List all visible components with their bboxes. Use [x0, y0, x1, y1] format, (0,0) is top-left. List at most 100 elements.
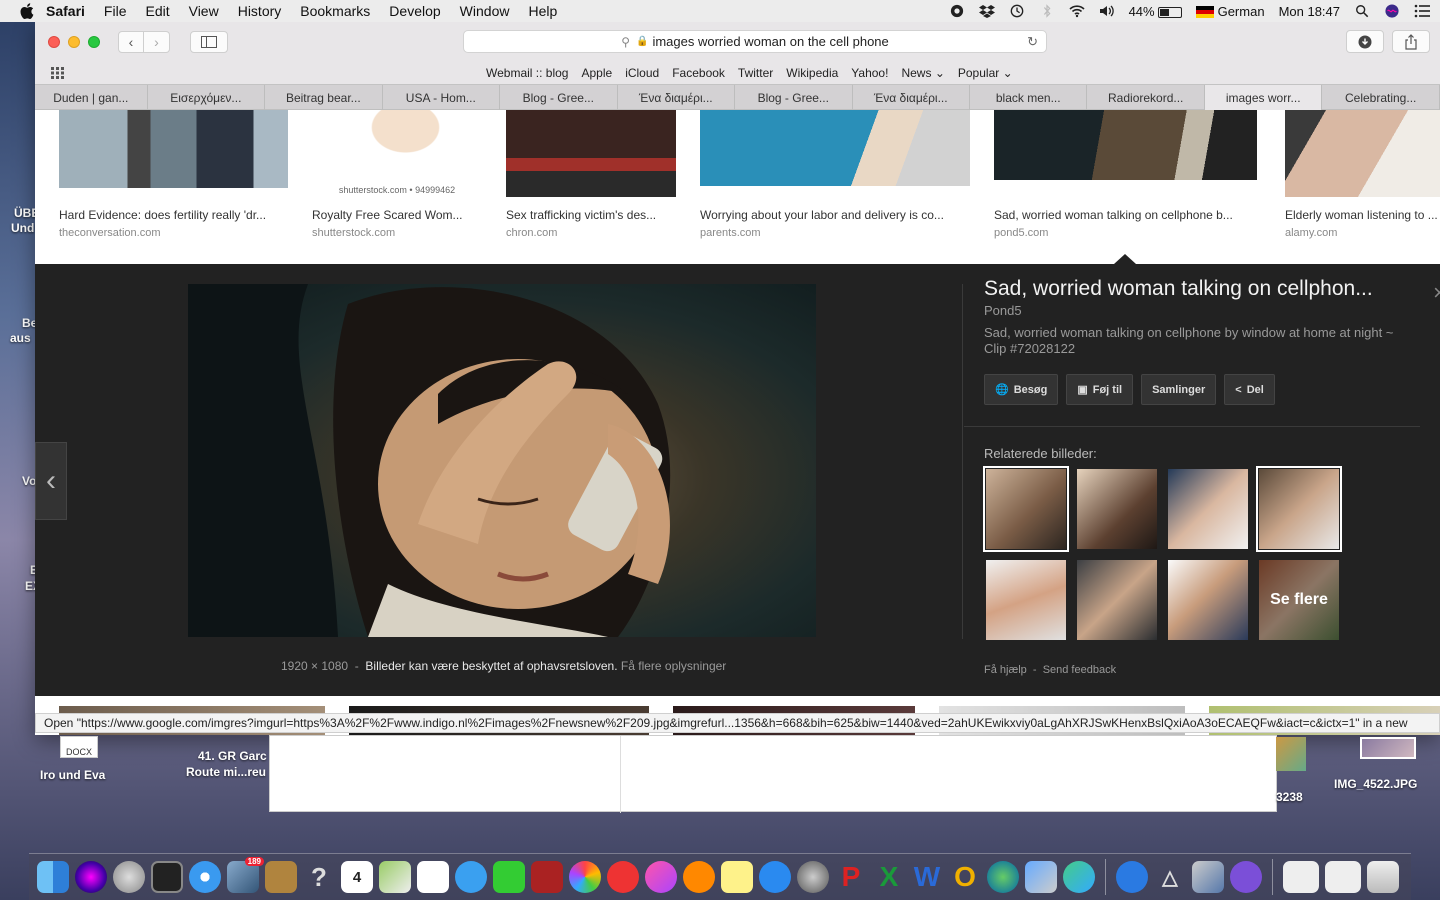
result-card[interactable]: Sex trafficking victim's des... chron.co…: [506, 110, 676, 239]
mission-control-icon[interactable]: [151, 861, 183, 893]
network-globe-icon[interactable]: [987, 861, 1019, 893]
itunes-icon[interactable]: [645, 861, 677, 893]
image-source[interactable]: Pond5: [984, 303, 1022, 318]
siri-icon[interactable]: [1384, 4, 1400, 18]
result-source[interactable]: alamy.com: [1285, 227, 1440, 239]
system-preferences-icon[interactable]: [797, 861, 829, 893]
result-source[interactable]: theconversation.com: [59, 227, 288, 239]
minimize-window-button[interactable]: [68, 36, 80, 48]
maximize-window-button[interactable]: [88, 36, 100, 48]
result-image[interactable]: shutterstock.com • 94999462: [312, 110, 482, 197]
result-source[interactable]: parents.com: [700, 227, 970, 239]
result-caption[interactable]: Worrying about your labor and delivery i…: [700, 208, 970, 222]
menu-window[interactable]: Window: [460, 3, 510, 19]
collections-button[interactable]: Samlinger: [1141, 374, 1217, 405]
safari-icon[interactable]: [189, 861, 221, 893]
result-image[interactable]: [1285, 110, 1440, 197]
image-capture-icon[interactable]: [1192, 861, 1224, 893]
desktop-item-partial[interactable]: Und: [11, 221, 34, 235]
related-image[interactable]: [1168, 469, 1248, 549]
result-card[interactable]: shutterstock.com • 94999462 Royalty Free…: [312, 110, 482, 239]
photo-thumbnail[interactable]: [1276, 737, 1306, 771]
tab-inbox[interactable]: Εισερχόμεν...: [148, 85, 266, 110]
add-to-button[interactable]: ▣ Føj til: [1066, 374, 1134, 405]
tab-usa[interactable]: USA - Hom...: [383, 85, 501, 110]
spotlight-icon[interactable]: [1354, 4, 1370, 18]
desktop-file-label[interactable]: 41. GR Garc: [198, 749, 267, 763]
preview-icon[interactable]: [1025, 861, 1057, 893]
related-image[interactable]: [1168, 560, 1248, 640]
menu-file[interactable]: File: [104, 3, 127, 19]
dropbox-icon[interactable]: [978, 4, 995, 18]
bluetooth-icon[interactable]: [1039, 4, 1055, 18]
powerpoint-icon[interactable]: P: [835, 861, 867, 893]
result-source[interactable]: chron.com: [506, 227, 676, 239]
tab-apartment-2[interactable]: Ένα διαμέρι...: [853, 85, 970, 110]
result-source[interactable]: pond5.com: [994, 227, 1257, 239]
viber-status-icon[interactable]: [949, 4, 965, 18]
desktop-item-partial[interactable]: aus: [10, 331, 31, 345]
share-image-button[interactable]: < Del: [1224, 374, 1275, 405]
people-icon[interactable]: [1063, 861, 1095, 893]
result-image[interactable]: [700, 110, 970, 186]
close-window-button[interactable]: [48, 36, 60, 48]
teamviewer-icon[interactable]: [1116, 861, 1148, 893]
apple-logo-icon[interactable]: [20, 3, 34, 19]
see-more-tile[interactable]: Se flere: [1259, 560, 1339, 640]
help-question-icon[interactable]: ?: [303, 861, 335, 893]
airdrop-hanger-icon[interactable]: △: [1154, 861, 1186, 893]
menu-view[interactable]: View: [189, 3, 219, 19]
photos-icon[interactable]: [569, 861, 601, 893]
previous-image-button[interactable]: ‹: [35, 442, 67, 520]
bookmark-facebook[interactable]: Facebook: [672, 66, 725, 80]
bookmark-folder-popular[interactable]: Popular ⌄: [958, 66, 1013, 80]
notes-icon[interactable]: [721, 861, 753, 893]
siri-icon[interactable]: [75, 861, 107, 893]
volume-icon[interactable]: [1099, 4, 1115, 18]
bookmark-webmail[interactable]: Webmail :: blog: [486, 66, 568, 80]
visit-button[interactable]: 🌐 Besøg: [984, 374, 1059, 405]
result-card[interactable]: Hard Evidence: does fertility really 'dr…: [59, 110, 288, 239]
outlook-icon[interactable]: O: [949, 861, 981, 893]
menu-help[interactable]: Help: [528, 3, 557, 19]
menu-app-name[interactable]: Safari: [46, 3, 85, 19]
tab-apartment-1[interactable]: Ένα διαμέρι...: [618, 85, 736, 110]
close-viewer-icon[interactable]: ×: [1433, 280, 1440, 306]
notification-center-icon[interactable]: [1414, 4, 1430, 18]
related-image[interactable]: [1077, 560, 1157, 640]
result-caption[interactable]: Sex trafficking victim's des...: [506, 208, 676, 222]
help-link[interactable]: Få hjælp: [984, 664, 1027, 676]
menu-edit[interactable]: Edit: [145, 3, 169, 19]
photo-thumbnail[interactable]: [1360, 737, 1416, 759]
docx-file-icon[interactable]: DOCX: [60, 736, 98, 758]
feedback-link[interactable]: Send feedback: [1043, 664, 1116, 676]
menu-history[interactable]: History: [238, 3, 282, 19]
result-caption[interactable]: Sad, worried woman talking on cellphone …: [994, 208, 1257, 222]
word-icon[interactable]: W: [911, 861, 943, 893]
main-preview-image[interactable]: [188, 284, 816, 637]
related-image[interactable]: [983, 466, 1069, 552]
downloads-button[interactable]: [1346, 30, 1384, 53]
result-card[interactable]: Worrying about your labor and delivery i…: [700, 110, 970, 239]
result-caption[interactable]: Elderly woman listening to ...: [1285, 208, 1440, 222]
app-store-icon[interactable]: [759, 861, 791, 893]
related-image[interactable]: [986, 560, 1066, 640]
tab-blog-1[interactable]: Blog - Gree...: [500, 85, 618, 110]
bookmark-folder-news[interactable]: News ⌄: [901, 66, 944, 80]
tab-beitrag[interactable]: Beitrag bear...: [265, 85, 383, 110]
maps-icon[interactable]: [379, 861, 411, 893]
trash-icon[interactable]: [1367, 861, 1399, 893]
share-button[interactable]: [1392, 30, 1430, 53]
minimized-window-icon[interactable]: [1325, 861, 1361, 893]
input-source[interactable]: German: [1195, 4, 1265, 19]
tab-radiorekord[interactable]: Radiorekord...: [1087, 85, 1205, 110]
result-caption[interactable]: Hard Evidence: does fertility really 'dr…: [59, 208, 288, 222]
excel-icon[interactable]: X: [873, 861, 905, 893]
result-caption[interactable]: Royalty Free Scared Wom...: [312, 208, 482, 222]
launchpad-icon[interactable]: [113, 861, 145, 893]
viber-icon[interactable]: [1230, 861, 1262, 893]
desktop-file-label[interactable]: Route mi...reu: [186, 765, 266, 779]
desktop-file-label[interactable]: 3238: [1276, 790, 1303, 804]
facetime-icon[interactable]: [493, 861, 525, 893]
clock[interactable]: Mon 18:47: [1279, 4, 1340, 19]
